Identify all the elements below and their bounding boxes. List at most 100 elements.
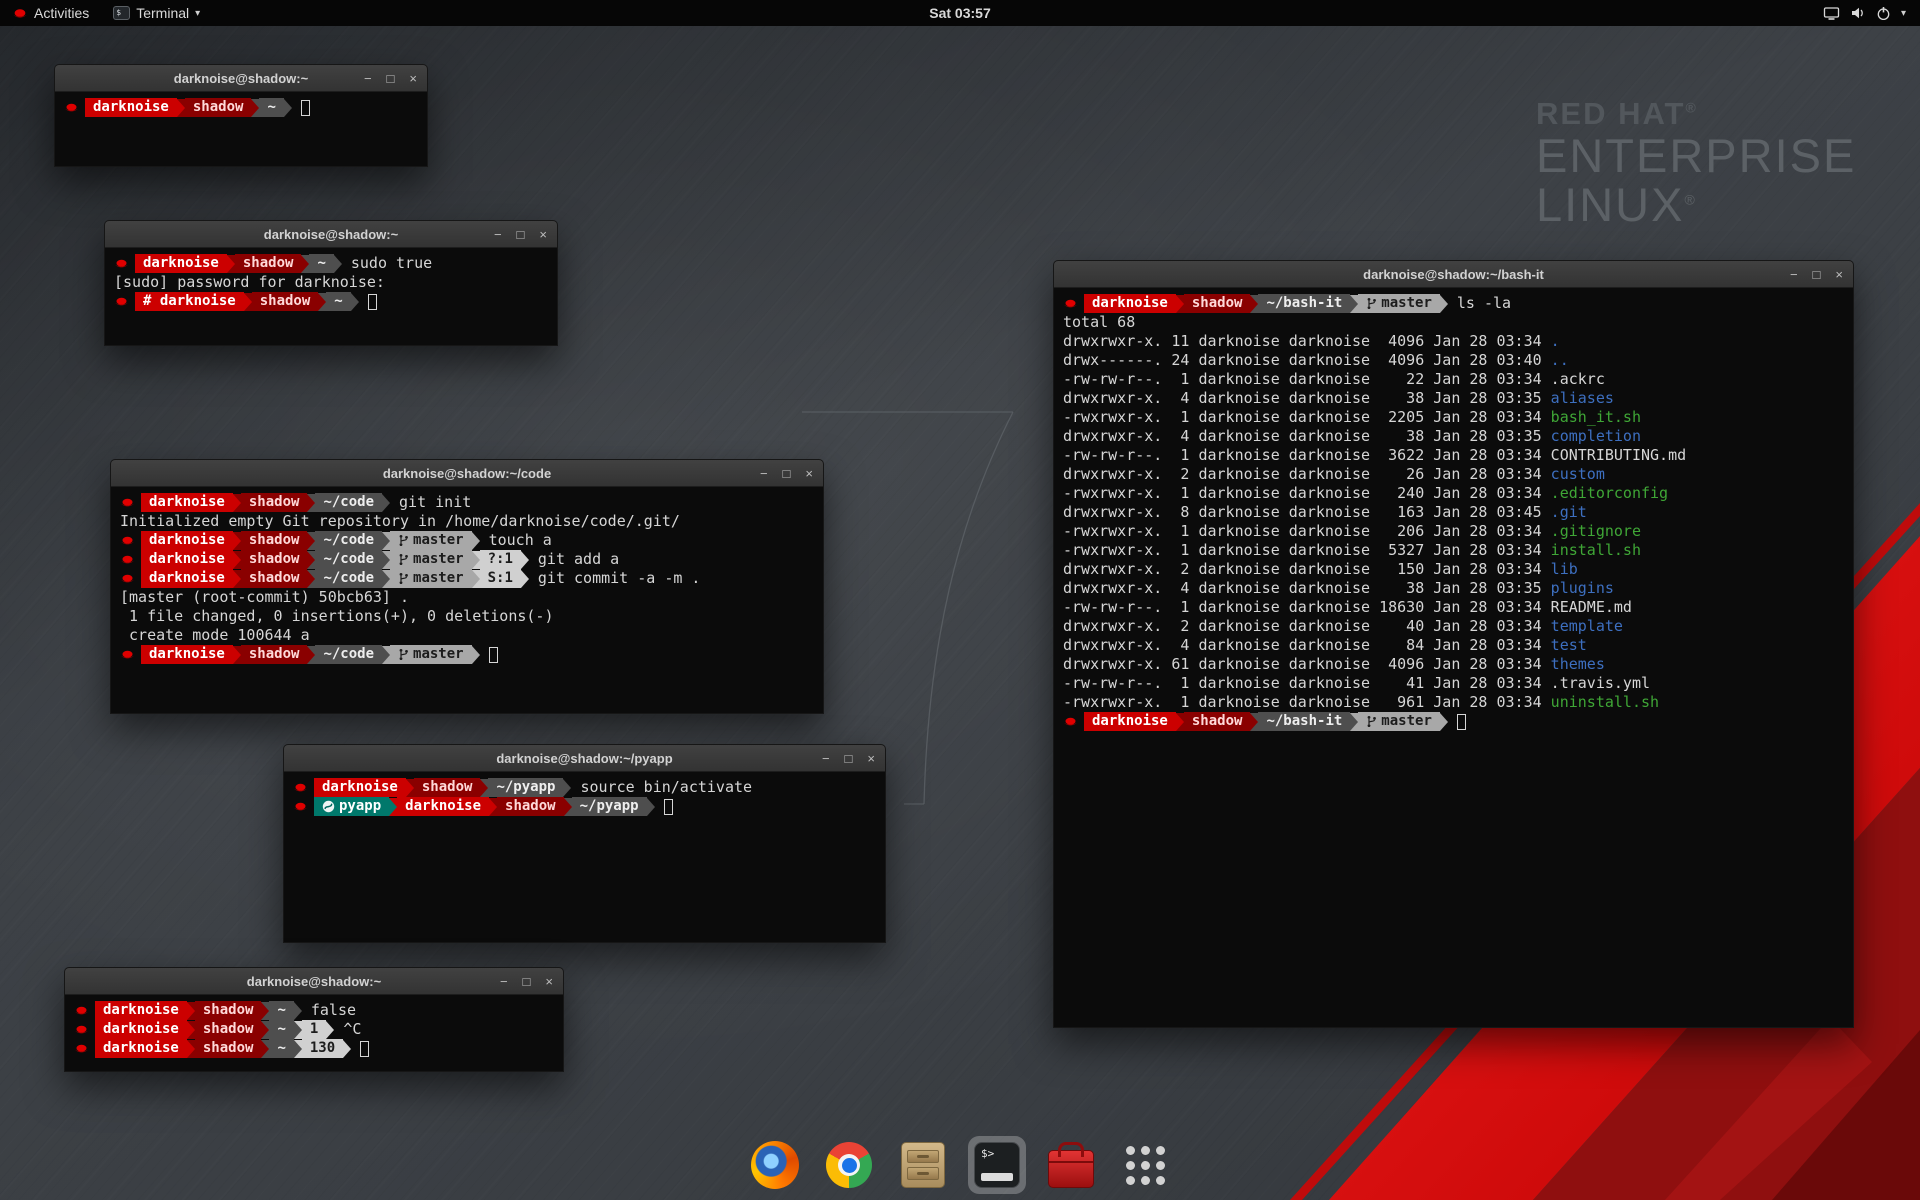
dock-item-files[interactable]	[894, 1136, 952, 1194]
terminal-line: -rwxrwxr-x. 1 darknoise darknoise 961 Ja…	[1063, 693, 1844, 712]
command-text: ls -la	[1457, 294, 1511, 313]
close-button[interactable]: ×	[539, 227, 547, 242]
window-title: darknoise@shadow:~/pyapp	[496, 751, 672, 766]
prompt-segment-user: darknoise	[95, 1039, 187, 1058]
prompt-segment-path: ~	[269, 1001, 293, 1020]
powerline-separator	[480, 779, 488, 797]
titlebar[interactable]: darknoise@shadow:~/pyapp − □ ×	[284, 745, 885, 772]
prompt-segment-user: darknoise	[95, 1020, 187, 1039]
registered-mark: ®	[1684, 191, 1696, 207]
powerline-separator	[472, 551, 480, 569]
app-grid-icon	[1126, 1146, 1165, 1185]
close-button[interactable]: ×	[805, 466, 813, 481]
top-bar: Activities $ Terminal ▾ Sat 03:57 ▾	[0, 0, 1920, 26]
prompt-segment-path: ~/pyapp	[488, 778, 563, 797]
powerline-separator	[1250, 295, 1258, 313]
terminal-content[interactable]: darknoiseshadow~/codegit initInitialized…	[111, 487, 823, 670]
dock-item-terminal[interactable]: $>	[968, 1136, 1026, 1194]
close-button[interactable]: ×	[545, 974, 553, 989]
powerline-separator	[472, 570, 480, 588]
prompt-segment-user: darknoise	[141, 569, 233, 588]
maximize-button[interactable]: □	[523, 974, 531, 989]
terminal-line: [master (root-commit) 50bcb63] .	[120, 588, 814, 607]
system-status-area[interactable]: ▾	[1809, 0, 1920, 26]
minimize-button[interactable]: −	[1790, 267, 1798, 282]
dock-item-chrome[interactable]	[820, 1136, 878, 1194]
dock-item-toolbox[interactable]	[1042, 1136, 1100, 1194]
terminal-window-5: darknoise@shadow:~ − □ × darknoiseshadow…	[64, 967, 564, 1072]
titlebar[interactable]: darknoise@shadow:~/bash-it − □ ×	[1054, 261, 1853, 288]
terminal-line: darknoiseshadow~/codemaster?:1git add a	[120, 550, 814, 569]
redhat-prompt-icon	[1063, 716, 1078, 728]
prompt-segment-host: shadow	[185, 98, 252, 117]
terminal-content[interactable]: darknoiseshadow~/pyappsource bin/activat…	[284, 772, 885, 822]
command-text: git commit -a -m .	[538, 569, 701, 588]
display-icon	[1823, 6, 1840, 21]
powerline-separator	[1350, 295, 1358, 313]
redhat-prompt-icon	[293, 782, 308, 794]
terminal-line: [sudo] password for darknoise:	[114, 273, 548, 292]
minimize-button[interactable]: −	[822, 751, 830, 766]
close-button[interactable]: ×	[1835, 267, 1843, 282]
redhat-prompt-icon	[74, 1005, 89, 1017]
maximize-button[interactable]: □	[387, 71, 395, 86]
powerline-separator	[382, 570, 390, 588]
file-entry-meta: drwxrwxr-x. 4 darknoise darknoise 38 Jan…	[1063, 389, 1551, 408]
file-entry-name: lib	[1551, 560, 1578, 579]
terminal-content[interactable]: darknoiseshadow~	[55, 92, 427, 123]
prompt-segment-exit: 1	[302, 1020, 326, 1039]
terminal-line: drwxrwxr-x. 4 darknoise darknoise 38 Jan…	[1063, 579, 1844, 598]
terminal-content[interactable]: darknoiseshadow~falsedarknoiseshadow~1^C…	[65, 995, 563, 1064]
powerline-separator	[301, 255, 309, 273]
close-button[interactable]: ×	[867, 751, 875, 766]
file-entry-meta: drwxrwxr-x. 11 darknoise darknoise 4096 …	[1063, 332, 1551, 351]
terminal-line: darknoiseshadow~	[64, 98, 418, 117]
minimize-button[interactable]: −	[494, 227, 502, 242]
powerline-separator	[233, 570, 241, 588]
powerline-separator	[334, 255, 342, 273]
maximize-button[interactable]: □	[517, 227, 525, 242]
powerline-separator	[1176, 713, 1184, 731]
powerline-separator	[472, 532, 480, 550]
titlebar[interactable]: darknoise@shadow:~ − □ ×	[55, 65, 427, 92]
maximize-button[interactable]: □	[1813, 267, 1821, 282]
file-entry-name: aliases	[1551, 389, 1614, 408]
terminal-window-3: darknoise@shadow:~/code − □ × darknoises…	[110, 459, 824, 714]
titlebar[interactable]: darknoise@shadow:~ − □ ×	[65, 968, 563, 995]
git-branch-icon	[1366, 715, 1377, 728]
terminal-line: -rwxrwxr-x. 1 darknoise darknoise 5327 J…	[1063, 541, 1844, 560]
maximize-button[interactable]: □	[845, 751, 853, 766]
terminal-line: drwxrwxr-x. 2 darknoise darknoise 26 Jan…	[1063, 465, 1844, 484]
registered-mark: ®	[1685, 100, 1697, 116]
prompt-segment-git: master	[390, 550, 472, 569]
minimize-button[interactable]: −	[760, 466, 768, 481]
clock[interactable]: Sat 03:57	[929, 5, 990, 21]
terminal-content[interactable]: darknoiseshadow~sudo true[sudo] password…	[105, 248, 557, 317]
powerline-separator	[389, 798, 397, 816]
close-button[interactable]: ×	[409, 71, 417, 86]
dock-item-app-grid[interactable]	[1116, 1136, 1174, 1194]
activities-button[interactable]: Activities	[0, 0, 101, 26]
file-entry-meta: drwxrwxr-x. 4 darknoise darknoise 38 Jan…	[1063, 427, 1551, 446]
minimize-button[interactable]: −	[364, 71, 372, 86]
powerline-separator	[343, 1040, 351, 1058]
output-text: [master (root-commit) 50bcb63] .	[120, 588, 409, 607]
terminal-line: drwx------. 24 darknoise darknoise 4096 …	[1063, 351, 1844, 370]
powerline-separator	[294, 1040, 302, 1058]
titlebar[interactable]: darknoise@shadow:~ − □ ×	[105, 221, 557, 248]
dock-item-firefox[interactable]	[746, 1136, 804, 1194]
powerline-separator	[227, 255, 235, 273]
prompt-segment-host: shadow	[497, 797, 564, 816]
powerline-separator	[233, 646, 241, 664]
minimize-button[interactable]: −	[500, 974, 508, 989]
prompt-segment-user: darknoise	[95, 1001, 187, 1020]
command-text: git init	[399, 493, 471, 512]
powerline-separator	[521, 570, 529, 588]
git-branch-icon	[398, 572, 409, 585]
app-menu-terminal[interactable]: $ Terminal ▾	[101, 0, 212, 26]
titlebar[interactable]: darknoise@shadow:~/code − □ ×	[111, 460, 823, 487]
terminal-content[interactable]: darknoiseshadow~/bash-itmasterls -latota…	[1054, 288, 1853, 737]
prompt-segment-host: shadow	[241, 531, 308, 550]
maximize-button[interactable]: □	[783, 466, 791, 481]
file-entry-meta: drwxrwxr-x. 4 darknoise darknoise 84 Jan…	[1063, 636, 1551, 655]
